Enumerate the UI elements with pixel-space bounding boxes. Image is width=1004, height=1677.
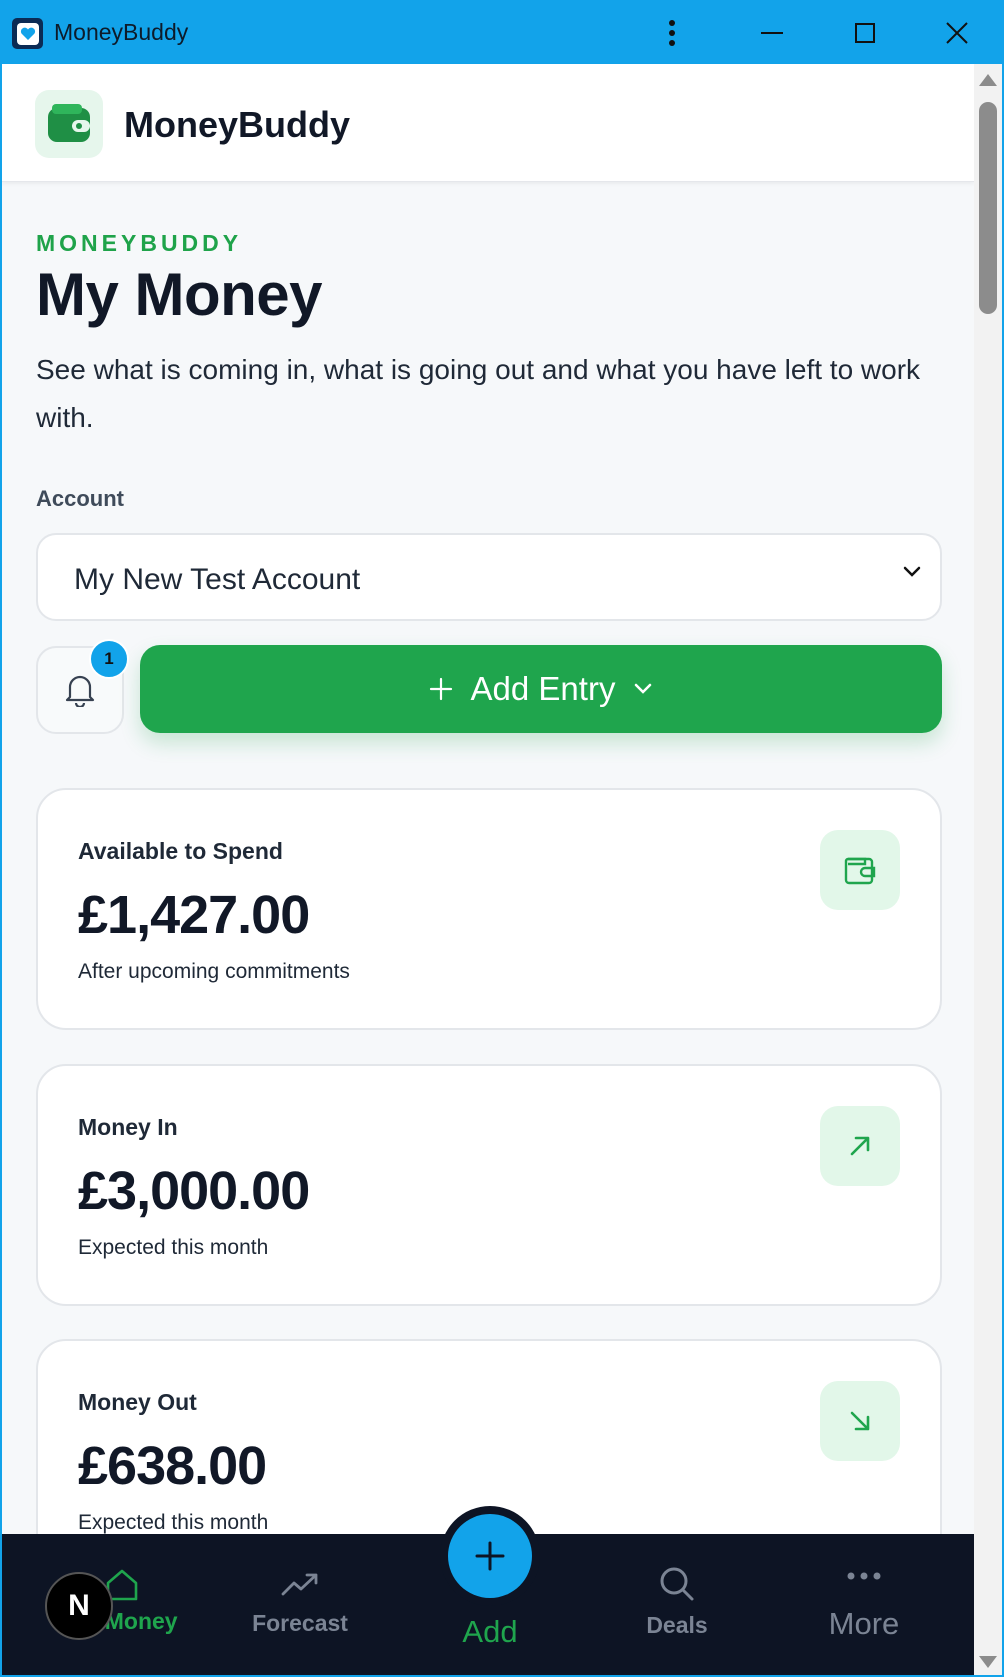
dev-tools-badge[interactable]: N	[45, 1572, 113, 1640]
window-menu-button[interactable]	[632, 2, 712, 64]
notification-count-badge: 1	[89, 639, 129, 679]
scroll-down-icon[interactable]	[979, 1656, 997, 1668]
card-value: £638.00	[78, 1436, 267, 1496]
page-subtitle: See what is coming in, what is going out…	[36, 354, 921, 433]
nav-label: Add	[462, 1614, 518, 1649]
trending-up-icon	[281, 1573, 318, 1596]
plus-icon	[475, 1541, 505, 1571]
add-fab-button[interactable]	[448, 1514, 532, 1598]
add-entry-label: Add Entry	[470, 670, 616, 707]
nav-label: More	[828, 1606, 900, 1641]
app-header: MoneyBuddy	[2, 64, 974, 182]
nav-label: Deals	[646, 1612, 708, 1638]
scroll-up-icon[interactable]	[979, 74, 997, 86]
page-eyebrow: MONEYBUDDY	[36, 230, 243, 256]
account-label: Account	[36, 486, 124, 511]
card-subtext: Expected this month	[78, 1236, 269, 1259]
wallet-logo-icon	[35, 90, 103, 158]
close-button[interactable]	[917, 2, 997, 64]
maximize-button[interactable]	[825, 2, 905, 64]
minimize-icon	[761, 32, 783, 34]
title-bar[interactable]: MoneyBuddy	[2, 2, 1002, 64]
chevron-down-icon	[635, 683, 652, 694]
account-select-value: My New Test Account	[74, 563, 361, 596]
card-label: Money Out	[78, 1389, 197, 1415]
money-in-card[interactable]: Money In £3,000.00 Expected this month	[36, 1064, 942, 1306]
close-icon	[946, 22, 968, 44]
arrow-down-right-icon	[820, 1381, 900, 1461]
maximize-icon	[855, 23, 875, 43]
window-title: MoneyBuddy	[54, 19, 189, 45]
card-value: £1,427.00	[78, 885, 310, 945]
available-to-spend-card[interactable]: Available to Spend £1,427.00 After upcom…	[36, 788, 942, 1030]
scrollbar[interactable]	[974, 64, 1002, 1675]
page-title: My Money	[36, 261, 323, 328]
chevron-down-icon	[903, 566, 921, 577]
nav-item-deals[interactable]: Deals	[597, 1534, 757, 1675]
scrollbar-thumb[interactable]	[979, 102, 997, 314]
brand-name[interactable]: MoneyBuddy	[124, 104, 350, 146]
card-label: Money In	[78, 1114, 178, 1140]
wallet-icon	[820, 830, 900, 910]
search-icon	[660, 1567, 694, 1601]
card-subtext: After upcoming commitments	[78, 960, 350, 983]
nav-item-more[interactable]: More	[784, 1534, 944, 1675]
account-select[interactable]: My New Test Account	[36, 533, 942, 621]
plus-icon	[429, 677, 452, 701]
card-label: Available to Spend	[78, 838, 283, 864]
kebab-menu-icon	[669, 20, 675, 46]
bell-icon	[65, 675, 95, 707]
card-value: £3,000.00	[78, 1161, 310, 1221]
app-logo-icon	[12, 18, 43, 49]
nav-item-forecast[interactable]: Forecast	[220, 1534, 380, 1675]
arrow-up-right-icon	[820, 1106, 900, 1186]
minimize-button[interactable]	[732, 2, 812, 64]
nav-label: Forecast	[252, 1610, 348, 1636]
app-window: MoneyBuddy MoneyBuddy MONEYBUDDY My Mone…	[0, 0, 1004, 1677]
more-horizontal-icon	[847, 1572, 881, 1580]
add-entry-button[interactable]: Add Entry	[140, 645, 942, 733]
card-subtext: Expected this month	[78, 1511, 269, 1534]
